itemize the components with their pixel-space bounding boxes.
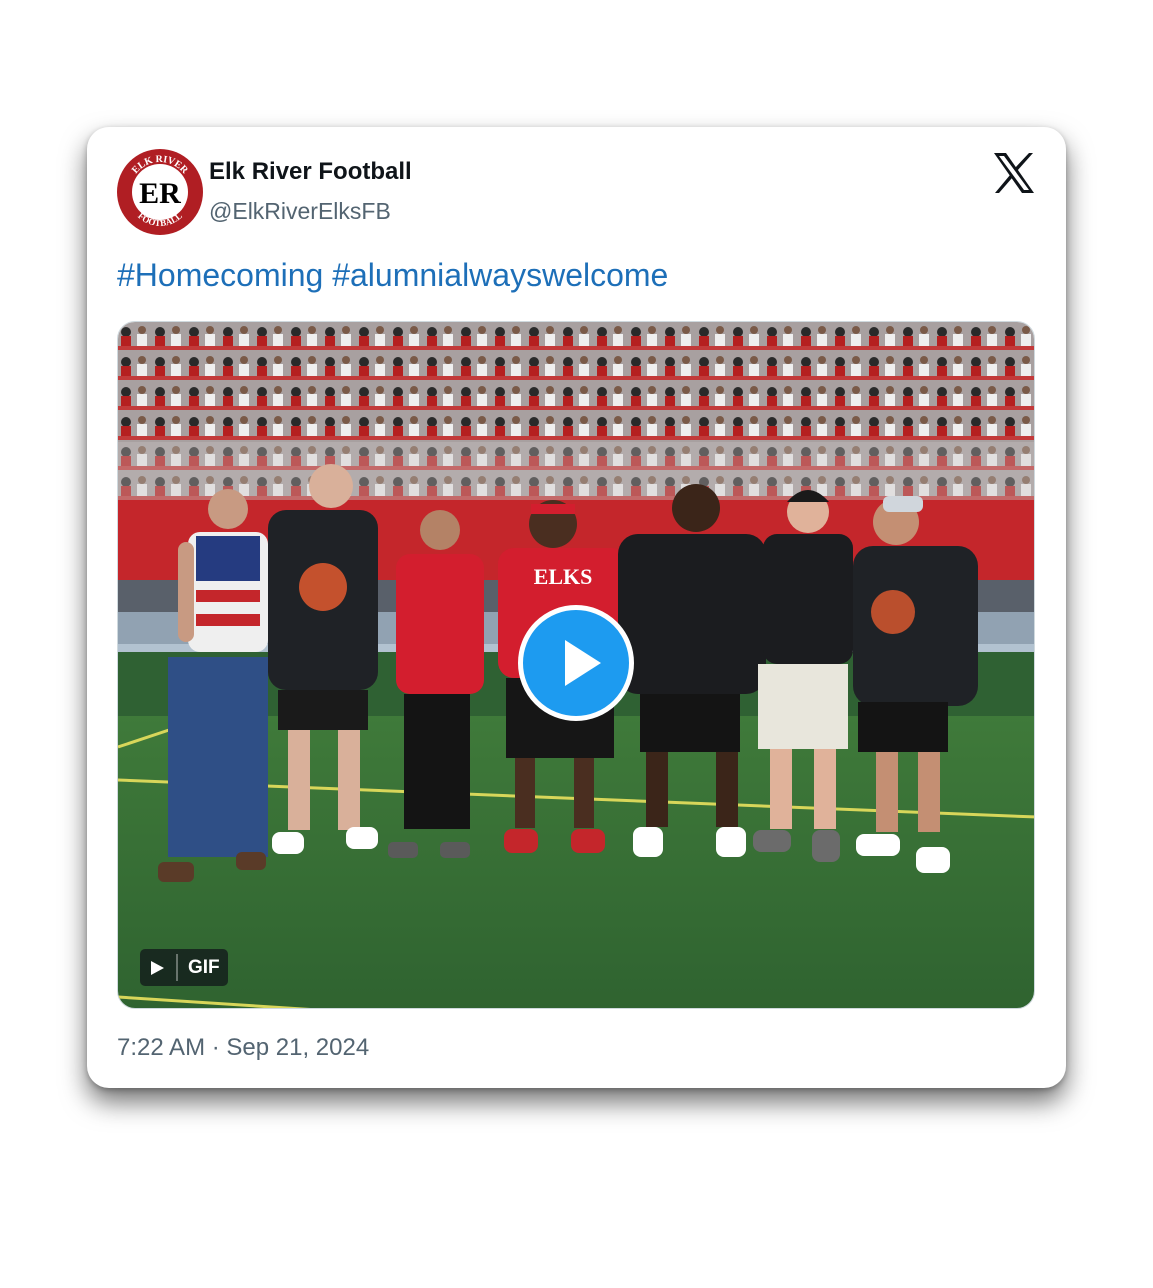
x-logo-icon[interactable]: [993, 153, 1035, 193]
hashtag-homecoming[interactable]: #Homecoming: [117, 257, 323, 293]
tweet-text: #Homecoming #alumnialwayswelcome: [117, 257, 668, 294]
play-small-icon: [151, 960, 164, 975]
tweet-timestamp[interactable]: 7:22 AM · Sep 21, 2024: [117, 1034, 369, 1062]
hashtag-alumnialwayswelcome[interactable]: #alumnialwayswelcome: [332, 257, 668, 293]
badge-divider: [176, 954, 178, 981]
account-handle[interactable]: @ElkRiverElksFB: [209, 198, 391, 225]
account-name[interactable]: Elk River Football: [209, 158, 412, 186]
shirt-print-text: ELKS: [534, 564, 593, 589]
play-icon: [565, 640, 601, 686]
logo-monogram: ER: [139, 177, 181, 210]
play-button[interactable]: [518, 605, 634, 721]
media-gif[interactable]: ELKS GIF: [117, 321, 1035, 1009]
tweet-card: ELK RIVER FOOTBALL ER Elk River Football…: [87, 127, 1066, 1088]
gif-label: GIF: [188, 956, 220, 978]
gif-badge: GIF: [140, 949, 228, 986]
avatar[interactable]: ELK RIVER FOOTBALL ER: [116, 148, 204, 236]
elk-river-football-logo-icon: ELK RIVER FOOTBALL ER: [117, 149, 203, 235]
